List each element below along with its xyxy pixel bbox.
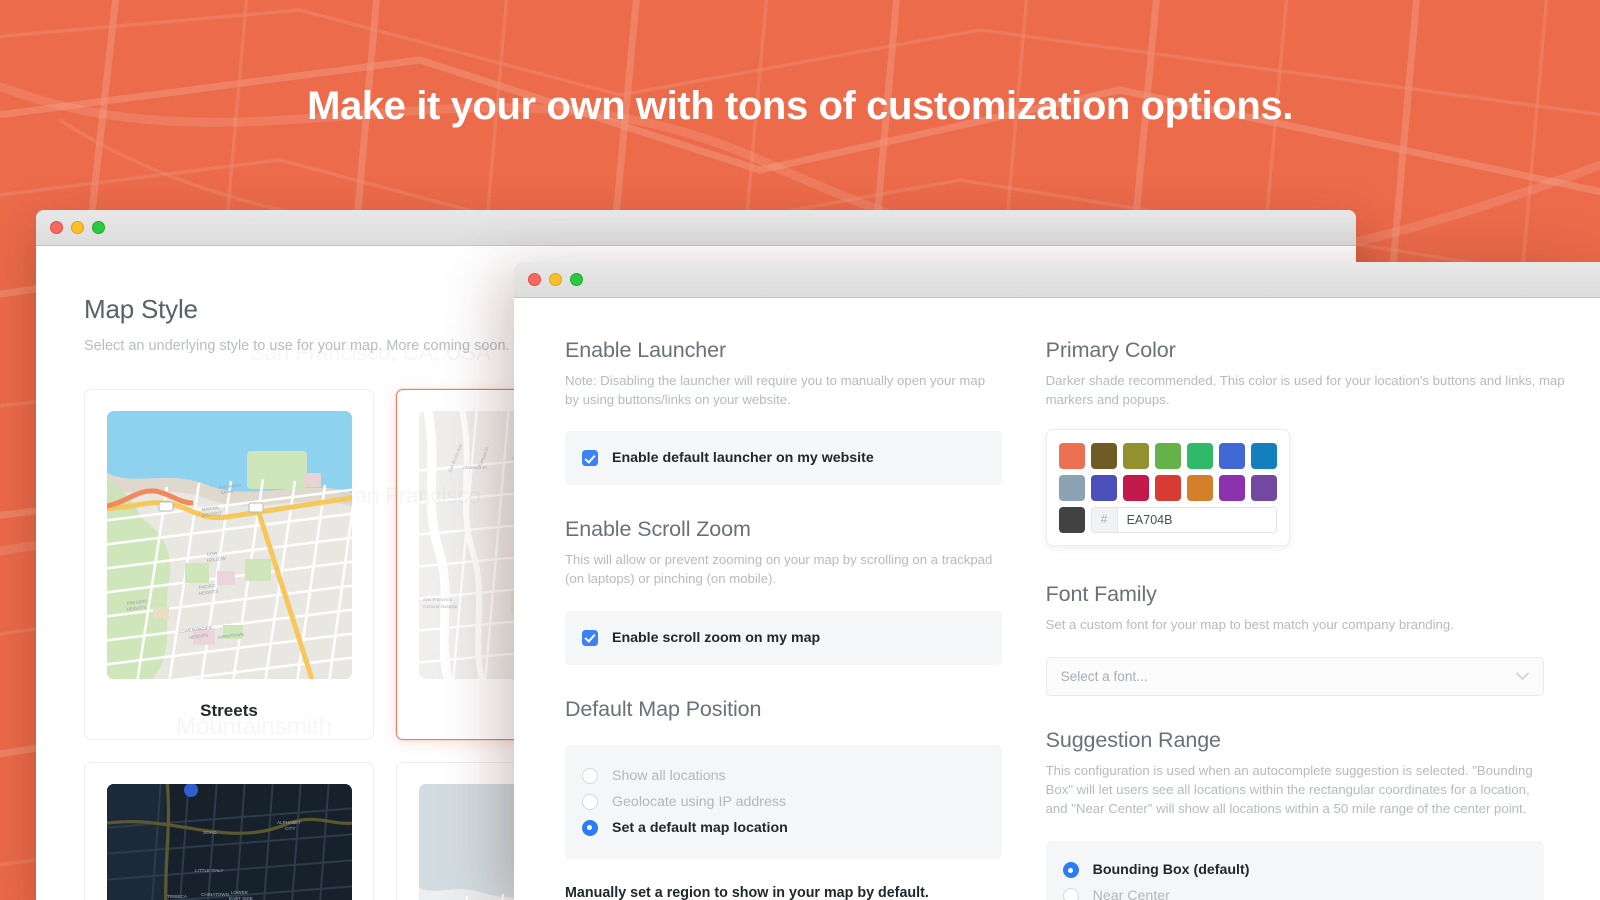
minimize-icon[interactable] [71,221,84,234]
chevron-down-icon[interactable] [1515,671,1529,683]
radio-label: Near Center [1092,888,1170,900]
svg-text:Alameda St: Alameda St [463,465,487,470]
color-swatch[interactable] [1186,475,1213,502]
svg-text:CHINATOWN: CHINATOWN [201,892,229,897]
map-thumbnail-streets: MARINA DISTRICT COW HOLLOW PACIFIC HEIGH… [106,411,352,680]
section-description: Set a custom font for your map to best m… [1045,617,1454,633]
maximize-icon[interactable] [92,221,105,234]
font-family-placeholder: Select a font... [1060,669,1148,685]
radio-label: Bounding Box (default) [1092,862,1250,879]
hex-input-row: # EA704B [1058,507,1277,534]
svg-text:San Francisco: San Francisco [423,597,453,602]
section-enable-launcher: Enable Launcher Note: Disabling the laun… [565,338,1002,486]
enable-scroll-zoom-panel: Enable scroll zoom on my map [565,610,1002,665]
default-map-position-panel: Show all locations Geolocate using IP ad… [565,744,1002,859]
settings-right-column: Primary Color Darker shade recommended. … [1045,338,1600,900]
color-swatch[interactable] [1090,443,1117,470]
map-style-name: Streets [200,701,258,721]
checkbox-row-enable-launcher[interactable]: Enable default launcher on my website [582,445,985,471]
svg-text:LITTLE ITALY: LITTLE ITALY [195,868,223,873]
section-title: Primary Color [1045,338,1176,362]
color-swatch[interactable] [1218,475,1245,502]
color-swatch[interactable] [1186,443,1213,470]
svg-text:ALPHABET: ALPHABET [277,820,301,825]
font-family-select[interactable]: Select a font... [1045,657,1544,697]
checkbox-checked-icon[interactable] [582,450,598,467]
section-title: Suggestion Range [1045,728,1221,753]
radio-unchecked-icon[interactable] [1062,888,1079,900]
checkbox-row-enable-scroll-zoom[interactable]: Enable scroll zoom on my map [582,625,985,651]
section-description: This configuration is used when an autoc… [1045,763,1533,816]
color-swatch[interactable] [1250,475,1277,502]
front-window-titlebar [514,262,1600,298]
section-enable-scroll-zoom: Enable Scroll Zoom This will allow or pr… [565,517,1002,665]
svg-text:General Hospital: General Hospital [423,604,457,609]
checkbox-checked-icon[interactable] [582,629,598,646]
section-title: Font Family [1045,582,1157,607]
svg-text:LOWER: LOWER [231,890,249,895]
svg-text:TRIBECA: TRIBECA [167,894,188,899]
swatch-row-2 [1058,475,1277,502]
radio-checked-icon[interactable] [582,819,598,836]
hero-title: Make it your own with tons of customizat… [307,84,1293,128]
hash-symbol: # [1091,508,1118,533]
swatch-row-1 [1058,443,1277,470]
radio-label: Show all locations [612,767,726,784]
radio-label: Set a default map location [612,819,788,836]
radio-row-bounding-box[interactable]: Bounding Box (default) [1062,857,1527,883]
page-root: Make it your own with tons of customizat… [0,0,1600,900]
checkbox-label: Enable scroll zoom on my map [612,629,821,646]
section-title: Enable Launcher [565,338,727,362]
color-swatch[interactable] [1250,443,1277,470]
radio-row-near-center[interactable]: Near Center [1062,883,1527,900]
hex-input-field[interactable]: # EA704B [1090,507,1277,534]
color-swatch[interactable] [1218,443,1245,470]
section-font-family: Font Family Set a custom font for your m… [1045,582,1600,697]
section-description: This will allow or prevent zooming on yo… [565,552,993,587]
color-swatch[interactable] [1154,475,1181,502]
section-suggestion-range: Suggestion Range This configuration is u… [1045,728,1600,900]
color-swatch[interactable] [1090,475,1117,502]
hex-value[interactable]: EA704B [1117,508,1276,533]
section-title: Default Map Position [565,696,762,721]
color-picker[interactable]: # EA704B [1045,429,1290,547]
close-icon[interactable] [528,273,541,286]
color-swatch[interactable] [1122,475,1149,502]
radio-unchecked-icon[interactable] [582,793,598,810]
checkbox-label: Enable default launcher on my website [612,450,874,467]
close-icon[interactable] [50,221,63,234]
svg-text:EAST SIDE: EAST SIDE [229,896,253,900]
color-swatch[interactable] [1122,443,1149,470]
map-style-card-dark[interactable]: SOHO ALPHABET CITY LITTLE ITALY CHINATOWN… [84,762,374,900]
color-swatch[interactable] [1058,443,1085,470]
radio-unchecked-icon[interactable] [582,767,598,784]
current-color-swatch[interactable] [1058,507,1085,534]
section-description: Note: Disabling the launcher will requir… [565,373,986,407]
suggestion-range-panel: Bounding Box (default) Near Center [1045,841,1544,900]
section-primary-color: Primary Color Darker shade recommended. … [1045,338,1600,547]
manual-region-note: Manually set a region to show in your ma… [565,884,929,900]
back-window-titlebar [36,210,1356,246]
section-title: Enable Scroll Zoom [565,517,751,542]
radio-row-geolocate-ip[interactable]: Geolocate using IP address [582,789,985,815]
color-swatch[interactable] [1154,443,1181,470]
settings-left-column: Enable Launcher Note: Disabling the laun… [565,338,1002,900]
svg-text:CITY: CITY [285,826,295,831]
section-description: Darker shade recommended. This color is … [1045,373,1565,407]
front-window-content: Enable Launcher Note: Disabling the laun… [514,298,1600,900]
radio-row-set-default-location[interactable]: Set a default map location [582,815,985,841]
enable-launcher-panel: Enable default launcher on my website [565,431,1002,486]
radio-checked-icon[interactable] [1062,862,1079,879]
map-style-card-streets[interactable]: MARINA DISTRICT COW HOLLOW PACIFIC HEIGH… [84,389,374,741]
radio-label: Geolocate using IP address [612,793,787,810]
svg-text:SOHO: SOHO [203,830,217,835]
section-default-map-position: Default Map Position Show all locations … [565,697,1002,900]
minimize-icon[interactable] [549,273,562,286]
radio-row-show-all-locations[interactable]: Show all locations [582,763,985,789]
color-swatch[interactable] [1058,475,1085,502]
map-thumbnail-dark: SOHO ALPHABET CITY LITTLE ITALY CHINATOWN… [106,784,352,900]
maximize-icon[interactable] [570,273,583,286]
customization-modal-window: Enable Launcher Note: Disabling the laun… [514,262,1600,900]
